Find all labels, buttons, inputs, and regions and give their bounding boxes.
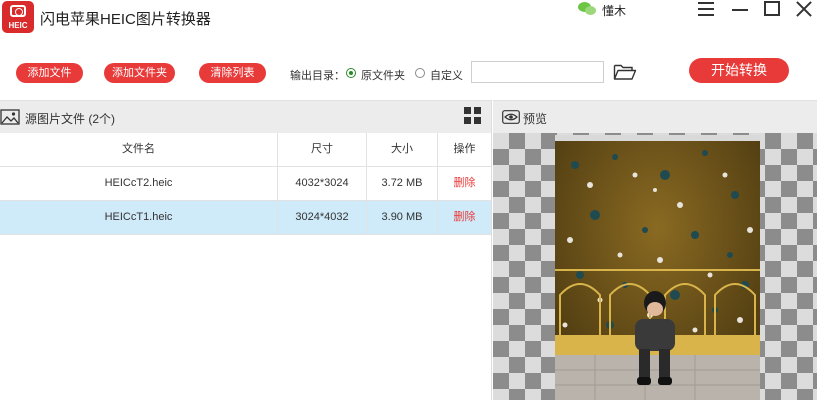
file-size-cell: 3.90 MB [366,201,437,234]
preview-title: 预览 [523,112,548,126]
table-row[interactable]: HEICcT1.heic 3024*4032 3.90 MB 删除 [0,201,491,235]
logo-text: HEIC [8,21,28,30]
wechat-avatar-icon [578,0,598,18]
column-header-action: 操作 [437,133,491,166]
user-name: 懂木 [602,4,627,18]
grid-view-icon[interactable] [464,107,482,125]
radio-original-folder-label[interactable]: 原文件夹 [361,67,405,83]
column-header-size: 大小 [366,133,437,166]
output-path-input[interactable] [471,61,604,83]
camera-logo-icon: HEIC [2,1,34,33]
column-header-filename: 文件名 [122,143,155,155]
hamburger-menu-icon[interactable] [692,0,722,18]
source-files-header: 源图片文件 (2个) [0,100,491,133]
panel-divider [491,100,492,400]
file-name-cell: HEICcT1.heic [104,211,173,223]
add-folder-button[interactable]: 添加文件夹 [104,63,175,83]
add-file-button[interactable]: 添加文件 [16,63,83,83]
file-dimensions-cell: 3024*4032 [277,201,366,234]
close-icon[interactable] [790,0,817,18]
file-name-cell: HEICcT2.heic [104,177,173,189]
title-bar: HEIC 闪电苹果HEIC图片转换器 懂木 [0,0,817,36]
output-directory-label: 输出目录： [290,70,345,82]
table-row[interactable]: HEICcT2.heic 4032*3024 3.72 MB 删除 [0,167,491,201]
delete-link[interactable]: 删除 [437,167,491,200]
column-header-dimensions: 尺寸 [277,133,366,166]
radio-custom-folder[interactable] [415,68,425,78]
file-dimensions-cell: 4032*3024 [277,167,366,200]
radio-custom-folder-label[interactable]: 自定义 [430,67,463,83]
delete-link[interactable]: 删除 [437,201,491,234]
open-folder-icon[interactable] [613,63,637,81]
clear-list-button[interactable]: 清除列表 [199,63,266,83]
app-title: 闪电苹果HEIC图片转换器 [40,11,211,28]
source-files-title: 源图片文件 (2个) [25,112,116,126]
radio-original-folder[interactable] [346,68,356,78]
file-size-cell: 3.72 MB [366,167,437,200]
start-conversion-button[interactable]: 开始转换 [689,58,789,83]
eye-icon [502,110,520,124]
image-icon [0,109,20,125]
maximize-icon[interactable] [758,0,788,18]
preview-header: 预览 [493,100,817,133]
table-header-row: 文件名 尺寸 大小 操作 [0,133,491,167]
preview-image [555,135,760,400]
minimize-icon[interactable] [726,0,756,18]
